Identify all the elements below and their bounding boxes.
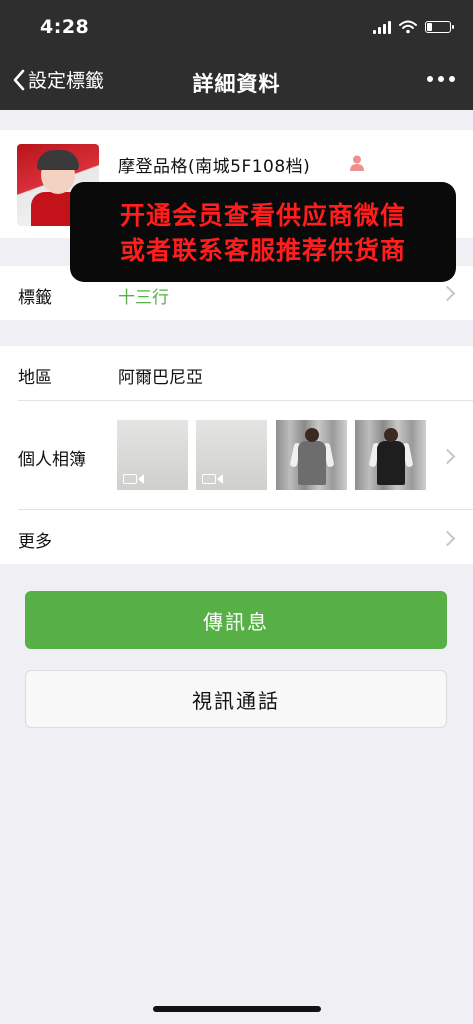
profile-name: 摩登品格(南城5F108档) xyxy=(118,157,311,177)
tag-value: 十三行 xyxy=(118,288,169,308)
chevron-right-icon xyxy=(439,285,456,302)
signal-icon xyxy=(373,20,391,34)
promo-line-1: 开通会员查看供应商微信 xyxy=(119,201,406,230)
status-time: 4:28 xyxy=(40,16,90,38)
divider xyxy=(18,509,473,510)
album-thumbnail-video[interactable] xyxy=(117,420,188,490)
divider xyxy=(18,400,473,401)
video-call-button[interactable]: 視訊通話 xyxy=(25,670,447,728)
album-thumbnail-photo[interactable] xyxy=(355,420,426,490)
chevron-right-icon xyxy=(439,448,456,465)
more-label: 更多 xyxy=(18,532,52,552)
album-label: 個人相簿 xyxy=(18,450,86,470)
status-icons xyxy=(373,20,454,34)
send-message-button[interactable]: 傳訊息 xyxy=(25,591,447,649)
album-thumbnail-photo[interactable] xyxy=(276,420,347,490)
chevron-right-icon xyxy=(439,530,456,547)
top-bar: 4:28 設定標籤 詳細資料 xyxy=(0,0,473,110)
album-thumbnail-video[interactable] xyxy=(196,420,267,490)
battery-icon xyxy=(425,21,454,33)
promo-line-2: 或者联系客服推荐供货商 xyxy=(119,236,406,265)
more-options-button[interactable] xyxy=(427,70,455,88)
wifi-icon xyxy=(399,20,417,34)
tag-label: 標籤 xyxy=(18,288,52,308)
gender-person-icon xyxy=(350,155,364,171)
region-label: 地區 xyxy=(18,368,52,388)
promo-banner[interactable]: 开通会员查看供应商微信 或者联系客服推荐供货商 xyxy=(70,182,456,282)
video-icon xyxy=(123,474,144,484)
home-indicator[interactable] xyxy=(153,1006,321,1012)
page-title: 詳細資料 xyxy=(192,72,281,96)
region-value: 阿爾巴尼亞 xyxy=(118,368,203,388)
video-icon xyxy=(202,474,223,484)
